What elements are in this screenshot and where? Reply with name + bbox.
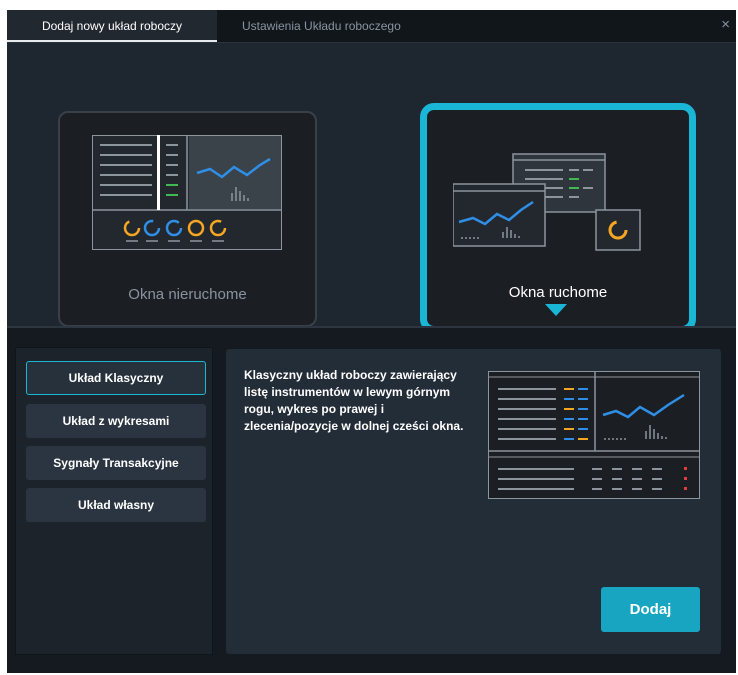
static-windows-option[interactable]: Okna nieruchome [58, 111, 317, 327]
add-workspace-dialog: Dodaj nowy układ roboczy Ustawienia Ukła… [7, 10, 736, 673]
layout-description: Klasyczny układ roboczy zawierający list… [244, 368, 464, 433]
layout-details-panel: Klasyczny układ roboczy zawierający list… [226, 349, 721, 654]
selection-pointer [545, 304, 567, 316]
close-icon[interactable]: × [721, 10, 730, 42]
tab-add-workspace[interactable]: Dodaj nowy układ roboczy [7, 10, 217, 42]
window-mode-selector: Okna nieruchome Okna ruchome [7, 43, 736, 333]
layout-list: Układ Klasyczny Układ z wykresami Sygnał… [15, 347, 213, 655]
moving-windows-label: Okna ruchome [508, 284, 608, 301]
add-button[interactable]: Dodaj [601, 587, 700, 632]
layout-signals-button[interactable]: Sygnały Transakcyjne [26, 446, 206, 480]
static-windows-preview-icon [92, 135, 282, 250]
tab-workspace-settings[interactable]: Ustawienia Układu roboczego [242, 10, 401, 42]
floating-windows-preview-icon [453, 153, 641, 251]
layout-custom-button[interactable]: Układ własny [26, 488, 206, 522]
static-windows-label: Okna nieruchome [128, 286, 247, 303]
layout-classic-button[interactable]: Układ Klasyczny [26, 361, 206, 395]
classic-layout-preview-icon [488, 371, 700, 499]
moving-windows-option[interactable]: Okna ruchome [420, 103, 696, 333]
layout-charts-button[interactable]: Układ z wykresami [26, 404, 206, 438]
tab-bar: Dodaj nowy układ roboczy Ustawienia Ukła… [7, 10, 736, 43]
